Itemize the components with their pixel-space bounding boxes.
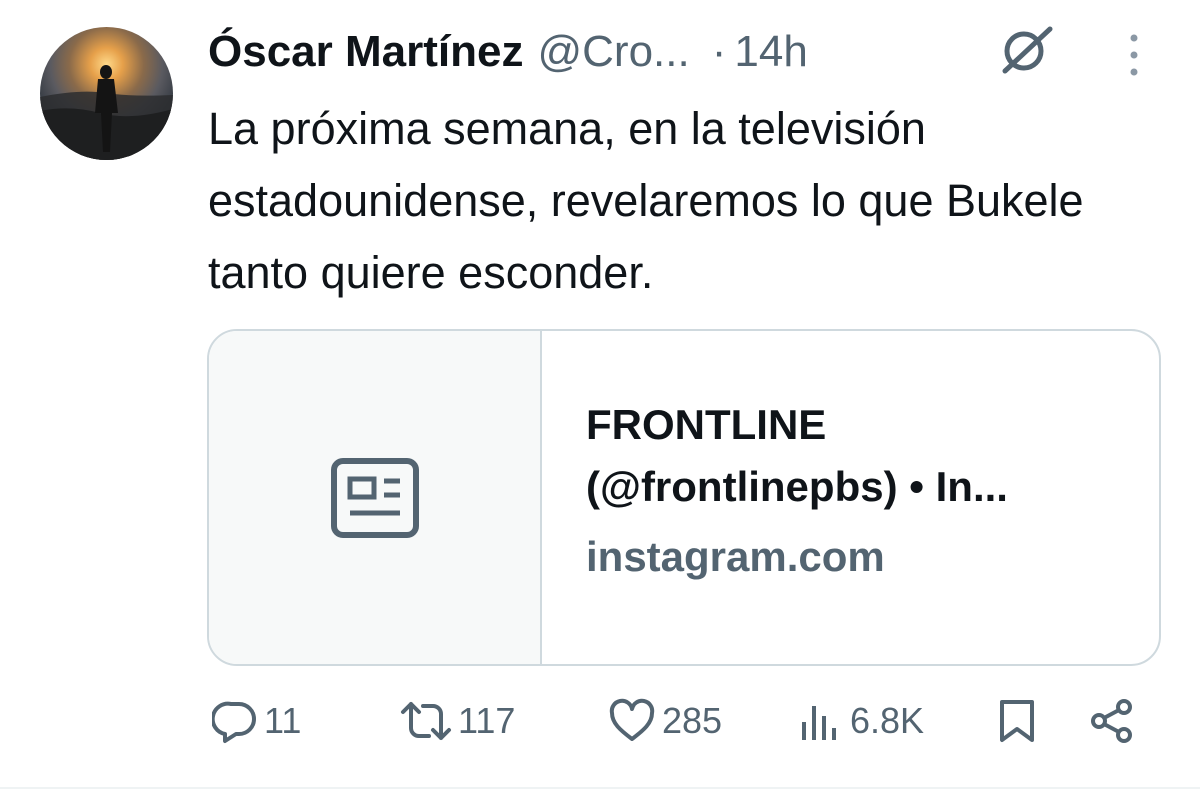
like-count: 285 <box>662 700 723 741</box>
action-bar: 11 117 285 6.8K <box>0 690 1200 760</box>
timestamp[interactable]: 14h <box>734 27 807 77</box>
views-button[interactable]: 6.8K <box>798 698 924 744</box>
repost-button[interactable]: 117 <box>400 698 515 744</box>
separator-dot: · <box>711 27 727 76</box>
tweet-header: Óscar Martínez @Cro... · 14h <box>208 22 808 82</box>
share-icon <box>1091 699 1132 743</box>
grok-icon[interactable] <box>996 20 1056 80</box>
bookmark-button[interactable] <box>997 698 1037 744</box>
reply-count: 11 <box>264 700 302 741</box>
link-card[interactable]: FRONTLINE (@frontlinepbs) • In... instag… <box>207 329 1161 666</box>
views-icon <box>802 706 836 740</box>
share-button[interactable] <box>1088 698 1136 744</box>
author-name[interactable]: Óscar Martínez <box>208 27 523 77</box>
reply-icon <box>212 701 256 743</box>
reply-button[interactable]: 11 <box>212 698 301 744</box>
views-count: 6.8K <box>850 700 925 741</box>
avatar-photo <box>40 65 173 160</box>
card-title: FRONTLINE (@frontlinepbs) • In... <box>586 401 1008 510</box>
bookmark-icon <box>1000 700 1034 742</box>
card-body: FRONTLINE (@frontlinepbs) • In... instag… <box>542 331 1146 664</box>
repost-count: 117 <box>458 700 516 741</box>
repost-icon <box>401 702 451 740</box>
card-domain: instagram.com <box>586 533 885 580</box>
author-handle[interactable]: @Cro... <box>537 27 689 77</box>
article-icon <box>330 457 419 538</box>
card-thumbnail <box>209 331 542 664</box>
heart-icon <box>609 698 655 741</box>
avatar[interactable] <box>40 27 173 160</box>
tweet-text: La próxima semana, en la televisión esta… <box>208 103 1084 298</box>
like-button[interactable]: 285 <box>608 698 722 744</box>
more-options-icon[interactable] <box>1122 32 1146 78</box>
